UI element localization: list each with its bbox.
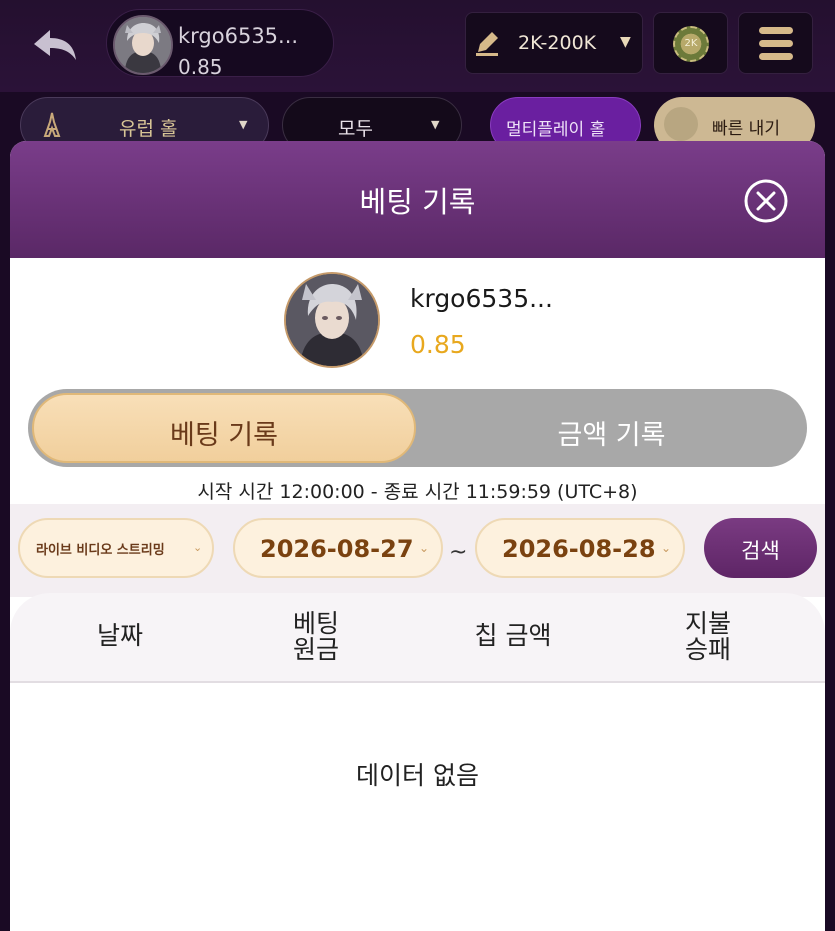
multiplay-label: 멀티플레이 홀	[506, 120, 606, 140]
search-button-label: 검색	[741, 539, 780, 563]
user-avatar	[113, 15, 173, 75]
record-type-tabs: 베팅 기록 금액 기록	[28, 389, 807, 467]
back-button[interactable]	[30, 26, 82, 66]
tab-bet-history-label: 베팅 기록	[170, 420, 278, 451]
user-name: krgo6535...	[178, 24, 299, 48]
search-button[interactable]: 검색	[704, 518, 817, 578]
profile-balance: 0.85	[410, 330, 466, 359]
stream-type-label: 라이브 비디오 스트리밍	[36, 543, 165, 558]
category-label: 모두	[338, 118, 373, 140]
column-header-date: 날짜	[96, 621, 143, 650]
chip-icon: 2K	[673, 26, 709, 62]
chevron-down-icon: ⌄	[193, 541, 203, 554]
start-date-label: 2026-08-27	[260, 535, 414, 563]
close-button[interactable]	[743, 178, 789, 224]
date-separator: ~	[449, 540, 468, 565]
fast-bet-label: 빠른 내기	[712, 119, 780, 139]
pencil-icon	[476, 32, 498, 56]
back-arrow-icon	[34, 30, 76, 60]
modal-title: 베팅 기록	[359, 185, 476, 219]
empty-state-message: 데이터 없음	[356, 761, 479, 790]
chip-selector[interactable]: 2K	[653, 12, 728, 74]
tower-icon	[43, 112, 61, 137]
column-header-bet-principal: 베팅 원금	[292, 609, 339, 664]
user-balance: 0.85	[178, 55, 223, 79]
top-bar: krgo6535... 0.85 2K-200K ▼ 2K	[0, 0, 835, 92]
chevron-down-icon: ▼	[620, 34, 631, 50]
tab-amount-history[interactable]: 금액 기록	[420, 393, 803, 463]
menu-button[interactable]	[738, 12, 813, 74]
column-header-chip-amount: 칩 금액	[474, 621, 552, 650]
bet-limit-selector[interactable]: 2K-200K ▼	[465, 12, 643, 74]
tab-amount-history-label: 금액 기록	[557, 420, 666, 451]
time-range-note: 시작 시간 12:00:00 - 종료 시간 11:59:59 (UTC+8)	[197, 481, 638, 503]
table-header: 날짜 베팅 원금 칩 금액 지불 승패	[10, 593, 825, 683]
chevron-down-icon: ▼	[431, 118, 440, 131]
end-date-picker[interactable]: 2026-08-28 ⌄	[475, 518, 685, 578]
hall-label: 유럽 홀	[119, 118, 178, 140]
bet-history-modal: 베팅 기록 krgo6535... 0.85 베팅 기록 금액 기록 시작 시간…	[10, 141, 825, 931]
chevron-down-icon: ⌄	[419, 541, 430, 555]
profile-name: krgo6535...	[410, 284, 553, 313]
search-filter-bar: 라이브 비디오 스트리밍 ⌄ 2026-08-27 ⌄ ~ 2026-08-28…	[10, 504, 825, 597]
profile-avatar	[284, 272, 380, 368]
bet-limit-label: 2K-200K	[518, 32, 597, 54]
stream-type-select[interactable]: 라이브 비디오 스트리밍 ⌄	[18, 518, 214, 578]
modal-header: 베팅 기록	[10, 141, 825, 258]
user-info-pill[interactable]: krgo6535... 0.85	[106, 9, 334, 79]
chevron-down-icon: ▼	[239, 118, 248, 131]
chevron-down-icon: ⌄	[661, 541, 672, 555]
column-header-payout-result: 지불 승패	[684, 609, 731, 664]
tab-bet-history[interactable]: 베팅 기록	[32, 393, 416, 463]
close-icon	[744, 179, 788, 223]
start-date-picker[interactable]: 2026-08-27 ⌄	[233, 518, 443, 578]
end-date-label: 2026-08-28	[502, 535, 656, 563]
check-icon	[664, 107, 698, 141]
